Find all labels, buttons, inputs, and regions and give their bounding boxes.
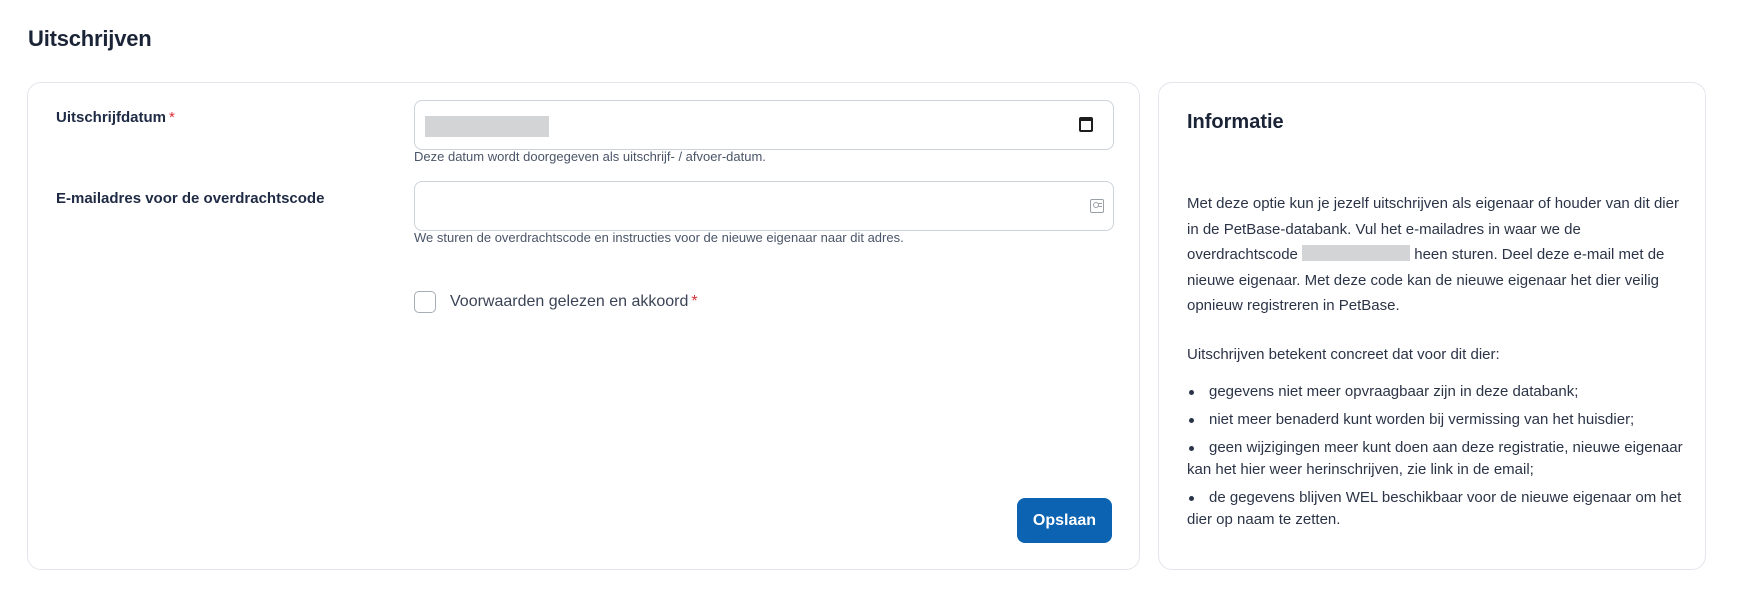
terms-checkbox[interactable] (414, 291, 436, 313)
terms-label[interactable]: Voorwaarden gelezen en akkoord * (450, 293, 698, 311)
required-marker: * (169, 109, 175, 126)
required-marker: * (691, 293, 698, 310)
date-label: Uitschrijfdatum * (56, 109, 175, 126)
redacted-date-value (425, 116, 549, 137)
list-item: de gegevens blijven WEL beschikbaar voor… (1187, 487, 1687, 531)
calendar-icon[interactable] (1079, 117, 1093, 132)
terms-checkbox-row[interactable]: Voorwaarden gelezen en akkoord * (414, 291, 698, 313)
list-item: geen wijzigingen meer kunt doen aan deze… (1187, 437, 1687, 481)
contact-card-icon (1090, 199, 1104, 213)
info-title: Informatie (1187, 111, 1284, 133)
list-item: gegevens niet meer opvraagbaar zijn in d… (1187, 381, 1687, 403)
unsubscribe-form-card: Uitschrijfdatum * Deze datum wordt doorge… (27, 82, 1140, 570)
info-list: gegevens niet meer opvraagbaar zijn in d… (1187, 381, 1687, 537)
info-paragraph: Met deze optie kun je jezelf uitschrijve… (1187, 191, 1687, 319)
info-list-intro: Uitschrijven betekent concreet dat voor … (1187, 346, 1500, 363)
list-item: niet meer benaderd kunt worden bij vermi… (1187, 409, 1687, 431)
email-label: E-mailadres voor de overdrachtscode (56, 190, 325, 207)
date-hint: Deze datum wordt doorgegeven als uitschr… (414, 149, 766, 164)
date-label-text: Uitschrijfdatum (56, 109, 167, 126)
email-field[interactable] (414, 181, 1114, 231)
redacted-code (1302, 245, 1411, 261)
date-input[interactable] (414, 100, 1114, 150)
save-button[interactable]: Opslaan (1017, 498, 1112, 543)
info-card: Informatie Met deze optie kun je jezelf … (1158, 82, 1706, 570)
page-title: Uitschrijven (28, 26, 152, 51)
email-hint: We sturen de overdrachtscode en instruct… (414, 230, 904, 245)
terms-label-text: Voorwaarden gelezen en akkoord (450, 293, 689, 310)
